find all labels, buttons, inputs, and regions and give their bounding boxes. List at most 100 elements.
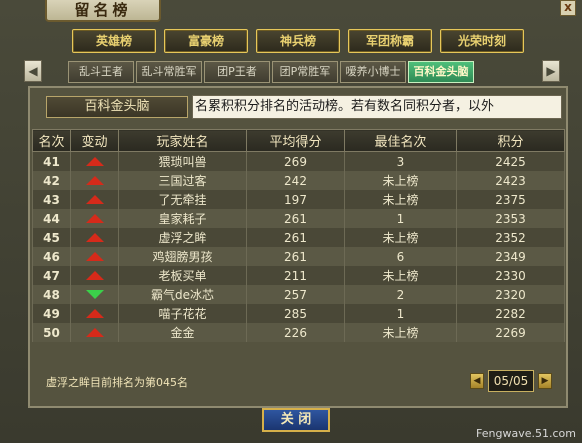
rank-up-icon [85,194,104,204]
best-rank-cell: 6 [344,247,457,266]
average-score-cell: 261 [246,247,345,266]
tab-hero-board[interactable]: 英雄榜 [72,29,156,53]
pager: ◀ 05/05 ▶ [470,370,552,392]
average-score-cell: 226 [246,323,345,342]
rank-cell: 41 [32,151,71,171]
watermark: Fengwave.51.com [476,427,576,440]
best-rank-cell: 1 [344,209,457,228]
table-row: 47 老板买单 211 未上榜 2330 [32,266,565,285]
table-row: 42 三国过客 242 未上榜 2423 [32,171,565,190]
player-name-cell: 金金 [118,323,247,342]
average-score-cell: 242 [246,171,345,190]
close-button[interactable]: 关 闭 [262,408,330,432]
table-row: 46 鸡翅膀男孩 261 6 2349 [32,247,565,266]
rank-cell: 48 [32,285,71,304]
table-row: 45 虚浮之眸 261 未上榜 2352 [32,228,565,247]
best-rank-cell: 2 [344,285,457,304]
change-cell [70,266,119,285]
table-row: 48 霸气de冰芯 257 2 2320 [32,285,565,304]
player-name-cell: 喵子花花 [118,304,247,323]
change-cell [70,209,119,228]
table-header-row: 名次 变动 玩家姓名 平均得分 最佳名次 积分 [32,129,565,152]
sub-tab-bar: 乱斗王者 乱斗常胜军 团P王者 团P常胜军 嗳养小博士 百科金头脑 [68,61,474,83]
player-name-cell: 三国过客 [118,171,247,190]
change-cell [70,285,119,304]
tab-trivia-genius[interactable]: 百科金头脑 [408,61,474,83]
points-cell: 2352 [456,228,565,247]
points-cell: 2320 [456,285,565,304]
table-row: 41 猥琐叫兽 269 3 2425 [32,151,565,171]
table-row: 50 金金 226 未上榜 2269 [32,323,565,342]
rank-up-icon [85,270,104,280]
tab-weapon-board[interactable]: 神兵榜 [256,29,340,53]
tab-brawl-champion[interactable]: 乱斗常胜军 [136,61,202,83]
tab-legion-board[interactable]: 军团称霸 [348,29,432,53]
rank-up-icon [85,213,104,223]
best-rank-cell: 未上榜 [344,228,457,247]
header-best-rank: 最佳名次 [344,129,457,152]
header-average-score: 平均得分 [246,129,345,152]
rank-up-icon [85,156,104,166]
table-row: 49 喵子花花 285 1 2282 [32,304,565,323]
points-cell: 2375 [456,190,565,209]
best-rank-cell: 未上榜 [344,323,457,342]
average-score-cell: 261 [246,228,345,247]
points-cell: 2423 [456,171,565,190]
header-points: 积分 [456,129,565,152]
rank-cell: 49 [32,304,71,323]
rank-cell: 47 [32,266,71,285]
player-name-cell: 虚浮之眸 [118,228,247,247]
change-cell [70,323,119,342]
rank-down-icon [85,289,104,299]
points-cell: 2349 [456,247,565,266]
player-name-cell: 老板买单 [118,266,247,285]
header-player-name: 玩家姓名 [118,129,247,152]
header-rank: 名次 [32,129,71,152]
best-rank-cell: 1 [344,304,457,323]
rank-up-icon [85,232,104,242]
change-cell [70,247,119,266]
table-row: 43 了无牵挂 197 未上榜 2375 [32,190,565,209]
rank-up-icon [85,175,104,185]
leaderboard-window: 留名榜 x 英雄榜 富豪榜 神兵榜 军团称霸 光荣时刻 ◀ ▶ 乱斗王者 乱斗常… [0,0,582,443]
points-cell: 2353 [456,209,565,228]
tabs-prev-button[interactable]: ◀ [24,60,42,82]
rank-cell: 50 [32,323,71,342]
average-score-cell: 197 [246,190,345,209]
tab-team-champion[interactable]: 团P常胜军 [272,61,338,83]
my-rank-status: 虚浮之眸目前排名为第045名 [46,376,188,389]
change-cell [70,304,119,323]
points-cell: 2425 [456,151,565,171]
rank-up-icon [85,327,104,337]
average-score-cell: 269 [246,151,345,171]
tabs-next-button[interactable]: ▶ [542,60,560,82]
best-rank-cell: 未上榜 [344,190,457,209]
player-name-cell: 皇家耗子 [118,209,247,228]
description-marquee: 名累积积分排名的活动榜。若有数名同积分者，以外 [192,95,562,119]
points-cell: 2282 [456,304,565,323]
change-cell [70,171,119,190]
rank-cell: 45 [32,228,71,247]
tab-nurture-doctor[interactable]: 嗳养小博士 [340,61,406,83]
tab-brawl-king[interactable]: 乱斗王者 [68,61,134,83]
player-name-cell: 了无牵挂 [118,190,247,209]
header-change: 变动 [70,129,119,152]
ranking-rows: 41 猥琐叫兽 269 3 2425 42 三国过客 242 未上榜 2423 43 了无牵挂 197 未… [32,151,565,342]
points-cell: 2269 [456,323,565,342]
category-tab-bar: 英雄榜 富豪榜 神兵榜 军团称霸 光荣时刻 [72,29,524,53]
page-prev-button[interactable]: ◀ [470,373,484,389]
average-score-cell: 285 [246,304,345,323]
rank-cell: 42 [32,171,71,190]
change-cell [70,228,119,247]
page-next-button[interactable]: ▶ [538,373,552,389]
tab-rich-board[interactable]: 富豪榜 [164,29,248,53]
tab-glory-board[interactable]: 光荣时刻 [440,29,524,53]
close-icon[interactable]: x [560,0,576,16]
page-indicator: 05/05 [488,370,534,392]
player-name-cell: 霸气de冰芯 [118,285,247,304]
ranking-table: 名次 变动 玩家姓名 平均得分 最佳名次 积分 41 猥琐叫兽 269 3 2425 42… [32,129,565,342]
average-score-cell: 261 [246,209,345,228]
best-rank-cell: 3 [344,151,457,171]
tab-team-king[interactable]: 团P王者 [204,61,270,83]
window-title: 留名榜 [45,0,161,22]
